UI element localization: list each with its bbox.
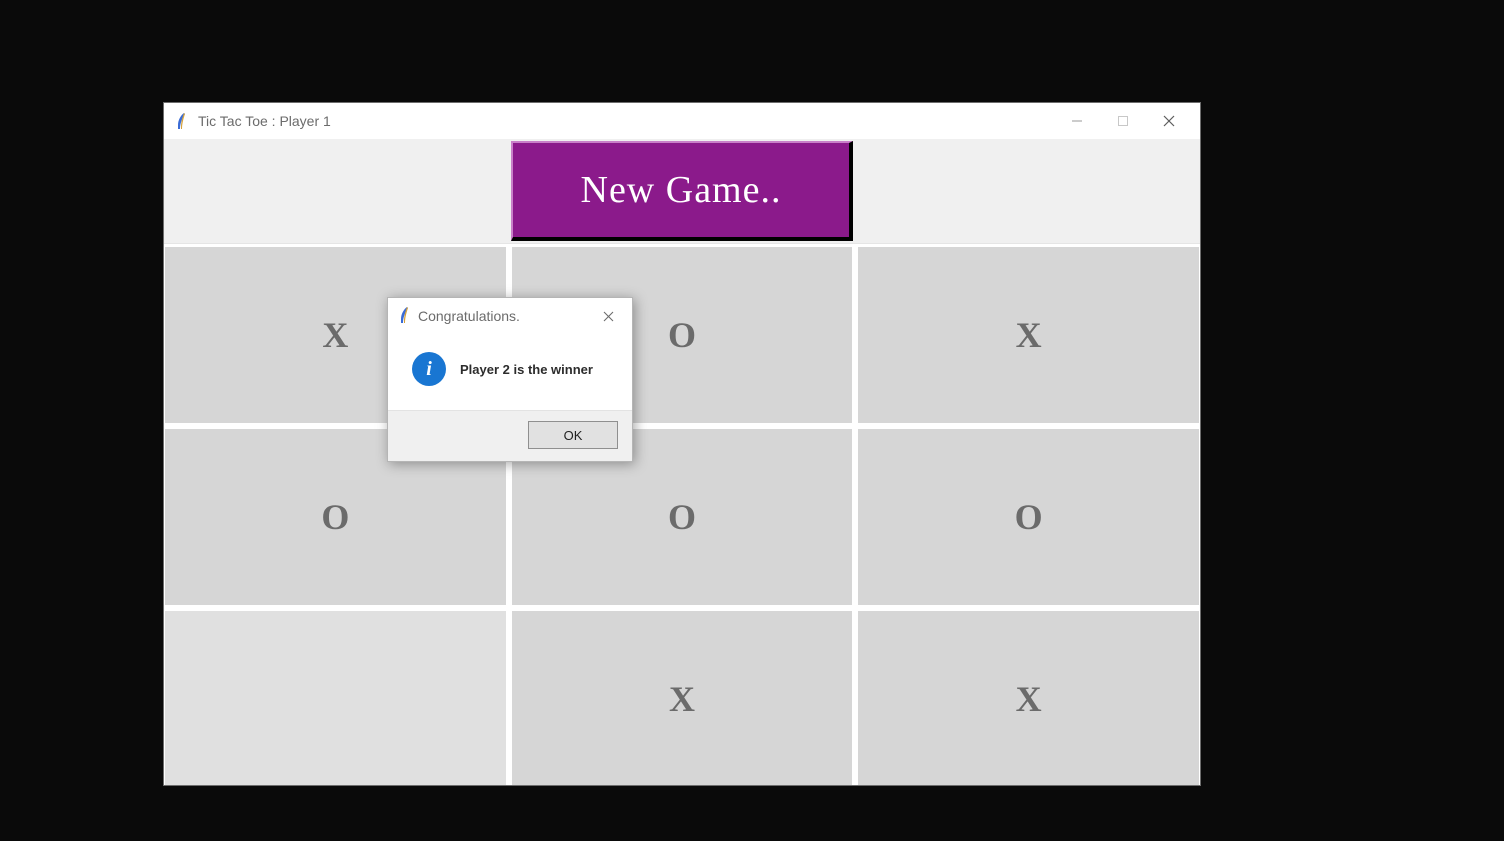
dialog-titlebar: Congratulations. [388,298,632,334]
dialog-close-button[interactable] [590,298,626,334]
minimize-icon [1071,115,1083,127]
window-minimize-button[interactable] [1054,103,1100,139]
dialog-ok-button[interactable]: OK [528,421,618,449]
feather-icon [174,111,188,131]
board-cell-5[interactable]: O [857,428,1200,606]
board-cell-6[interactable] [164,610,507,785]
maximize-icon [1117,115,1129,127]
info-icon: i [412,352,446,386]
window-close-button[interactable] [1146,103,1192,139]
window-maximize-button[interactable] [1100,103,1146,139]
dialog-message: Player 2 is the winner [460,362,593,377]
window-titlebar: Tic Tac Toe : Player 1 [164,103,1200,139]
dialog-title: Congratulations. [418,308,520,324]
feather-icon [398,306,410,327]
board-cell-2[interactable]: X [857,246,1200,424]
window-title: Tic Tac Toe : Player 1 [198,113,331,129]
header-strip: New Game.. [164,139,1200,244]
board-cell-8[interactable]: X [857,610,1200,785]
close-icon [1163,115,1175,127]
game-board: X O X O O O X X [164,244,1200,785]
new-game-button[interactable]: New Game.. [511,141,853,241]
board-cell-7[interactable]: X [511,610,854,785]
congrats-dialog: Congratulations. i Player 2 is the winne… [387,297,633,462]
dialog-body: i Player 2 is the winner [388,334,632,410]
game-window: Tic Tac Toe : Player 1 New Game.. X O X … [164,103,1200,785]
dialog-footer: OK [388,410,632,461]
close-icon [603,311,614,322]
